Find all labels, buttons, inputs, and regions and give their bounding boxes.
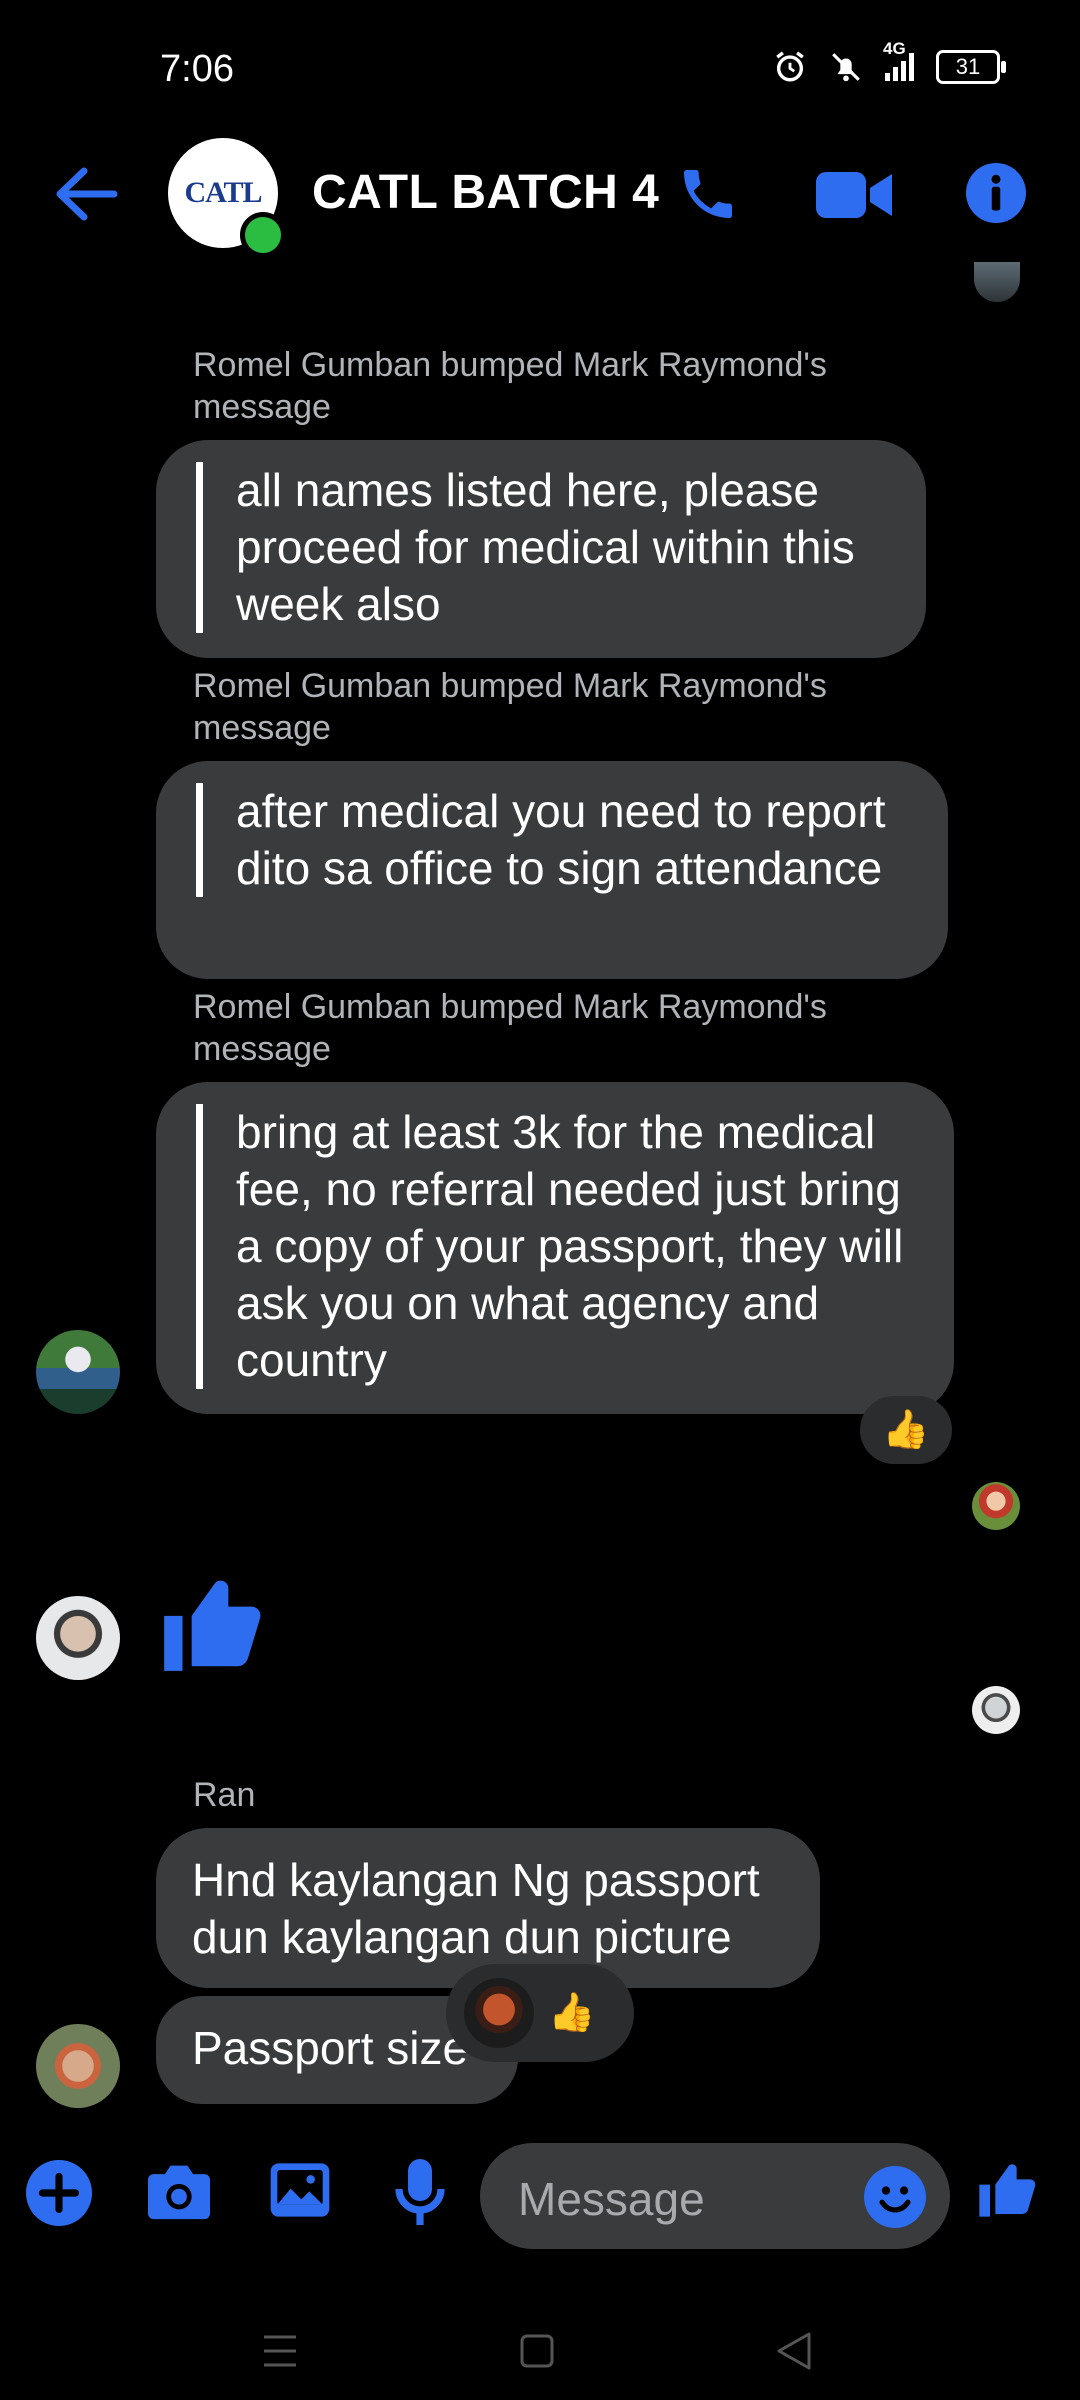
plus-icon[interactable] [26, 2160, 92, 2226]
message-bubble[interactable]: all names listed here, please proceed fo… [156, 440, 926, 658]
sender-avatar[interactable] [36, 1330, 120, 1414]
gallery-icon[interactable] [268, 2160, 332, 2220]
signal-indicator: 4G [883, 39, 914, 81]
phone-call-icon[interactable] [676, 162, 740, 226]
back-arrow-icon[interactable] [52, 165, 118, 223]
message-bubble[interactable]: after medical you need to report dito sa… [156, 761, 948, 979]
quoted-message: bring at least 3k for the medical fee, n… [196, 1104, 914, 1389]
microphone-icon[interactable] [392, 2156, 448, 2228]
alarm-icon [776, 51, 804, 82]
message-reaction[interactable]: 👍 [446, 1964, 634, 2062]
camera-icon[interactable] [145, 2160, 213, 2222]
online-status-dot [240, 212, 286, 258]
sender-avatar[interactable] [36, 1596, 120, 1680]
large-like-icon[interactable] [155, 1570, 265, 1680]
bump-notice: Romel Gumban bumped Mark Raymond's messa… [193, 667, 827, 747]
sender-name: Ran [193, 1776, 256, 1814]
bump-notice: Romel Gumban bumped Mark Raymond's messa… [193, 346, 827, 426]
info-icon[interactable] [966, 163, 1026, 223]
thumbs-up-reaction-icon: 👍 [548, 1992, 596, 2034]
quoted-message: all names listed here, please proceed fo… [196, 462, 886, 633]
read-receipt-avatar [972, 1482, 1020, 1530]
system-nav-bar [0, 2300, 1080, 2400]
message-bubble[interactable]: bring at least 3k for the medical fee, n… [156, 1082, 954, 1414]
conversation-title[interactable]: CATL BATCH 4 [312, 165, 659, 220]
bump-notice: Romel Gumban bumped Mark Raymond's messa… [193, 988, 827, 1068]
message-text: Passport size [192, 2022, 469, 2074]
home-icon[interactable] [520, 2334, 554, 2368]
reactor-avatar [464, 1978, 534, 2048]
message-reaction[interactable]: 👍 [860, 1396, 952, 1464]
sender-avatar[interactable] [36, 2024, 120, 2108]
mute-bell-icon [832, 53, 860, 82]
battery-indicator: 31 [936, 50, 1006, 84]
back-icon[interactable] [776, 2332, 812, 2370]
status-time: 7:06 [160, 48, 234, 90]
emoji-icon[interactable] [864, 2166, 926, 2228]
message-input-placeholder: Message [518, 2173, 705, 2225]
read-receipt-avatar [974, 262, 1020, 302]
network-type: 4G [883, 39, 906, 58]
like-button-icon[interactable] [974, 2158, 1038, 2222]
quoted-message: after medical you need to report dito sa… [196, 783, 908, 897]
read-receipt-avatar [972, 1686, 1020, 1734]
message-text: Hnd kaylangan Ng passport dun kaylangan … [192, 1854, 760, 1963]
thumbs-up-reaction-icon: 👍 [882, 1409, 930, 1451]
video-call-icon[interactable] [816, 168, 892, 222]
status-icons: 4G 31 [773, 39, 1006, 84]
recent-apps-icon[interactable] [262, 2334, 298, 2368]
